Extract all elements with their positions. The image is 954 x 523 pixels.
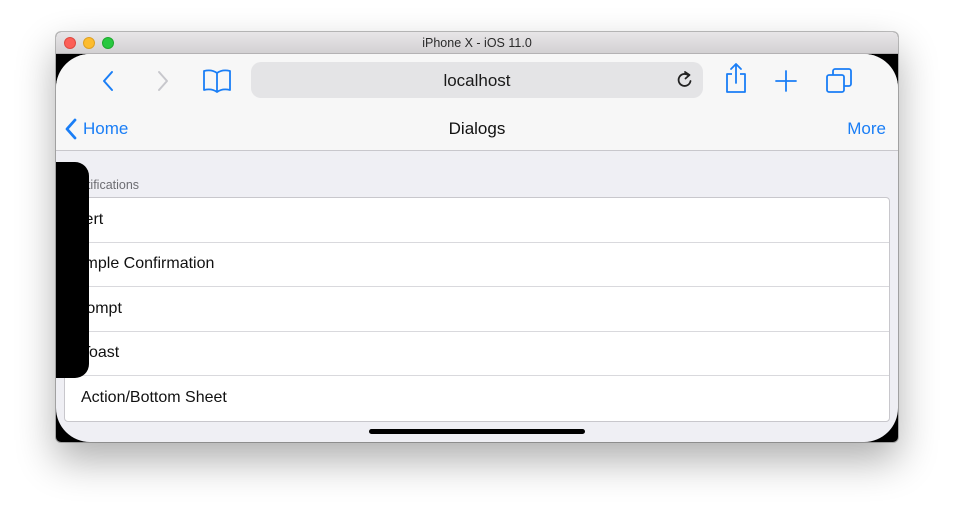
list-item-simple-confirmation[interactable]: imple Confirmation <box>65 243 889 287</box>
more-button[interactable]: More <box>847 119 886 139</box>
device-screen: localhost Home Dialogs More otifications… <box>56 54 898 442</box>
url-text: localhost <box>443 71 511 90</box>
bookmarks-button[interactable] <box>202 66 232 96</box>
window-title: iPhone X - iOS 11.0 <box>422 36 532 50</box>
device-notch <box>56 162 89 378</box>
list-item-toast[interactable]: Toast <box>65 332 889 376</box>
safari-toolbar: localhost <box>56 54 898 106</box>
chevron-left-icon <box>103 71 113 91</box>
list-item-label: imple Confirmation <box>81 255 215 273</box>
reload-icon[interactable] <box>675 70 695 90</box>
window-titlebar: iPhone X - iOS 11.0 <box>56 32 898 54</box>
tabs-icon <box>826 68 852 93</box>
page-title: Dialogs <box>448 119 506 138</box>
list-item-action-bottom-sheet[interactable]: Action/Bottom Sheet <box>65 376 889 421</box>
share-button[interactable] <box>721 63 751 93</box>
navigation-bar: Home Dialogs More <box>56 106 898 151</box>
chevron-right-icon <box>158 71 168 91</box>
share-icon <box>726 63 746 93</box>
home-indicator[interactable] <box>369 429 585 434</box>
tabs-button[interactable] <box>824 66 854 96</box>
new-tab-button[interactable] <box>771 66 801 96</box>
list-item-prompt[interactable]: rompt <box>65 287 889 332</box>
plus-icon <box>775 70 797 92</box>
list-item-alert[interactable]: lert <box>65 198 889 243</box>
browser-forward-button[interactable] <box>148 66 178 96</box>
url-field[interactable]: localhost <box>251 62 703 98</box>
browser-back-button[interactable] <box>93 66 123 96</box>
list-item-label: Action/Bottom Sheet <box>81 389 227 407</box>
bookmarks-icon <box>203 69 231 93</box>
simulator-window: iPhone X - iOS 11.0 localhost Home Dialo… <box>56 32 898 442</box>
dialog-list: lert imple Confirmation rompt Toast Acti… <box>64 197 890 422</box>
